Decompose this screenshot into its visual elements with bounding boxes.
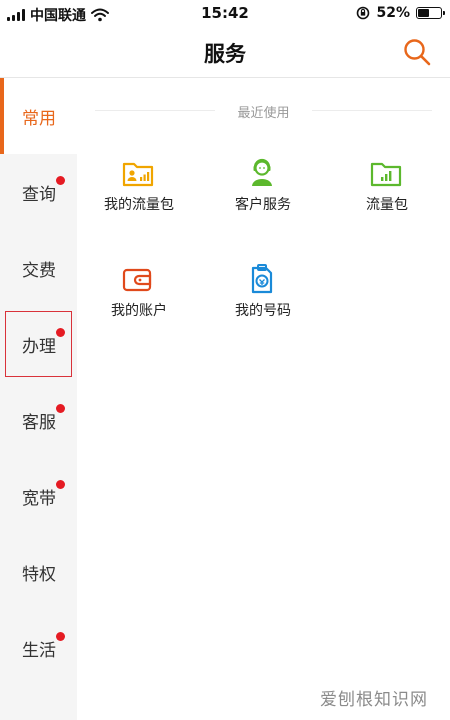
- sidebar-item-label: 常用: [22, 108, 56, 129]
- sidebar: 常用 查询 交费 办理 客服 宽带 特权 生活: [0, 78, 77, 720]
- search-button[interactable]: [402, 37, 432, 67]
- sidebar-item-life[interactable]: 生活: [0, 610, 77, 686]
- notification-dot: [56, 328, 65, 337]
- battery-percent: 52%: [376, 5, 410, 21]
- watermark: 爱刨根知识网: [320, 690, 428, 710]
- sidebar-item-common[interactable]: 常用: [0, 78, 77, 154]
- tile-label: 流量包: [366, 197, 408, 213]
- sidebar-item-broadband[interactable]: 宽带: [0, 458, 77, 534]
- notification-dot: [56, 404, 65, 413]
- tile-label: 我的流量包: [104, 197, 174, 213]
- tile-label: 客户服务: [235, 197, 291, 213]
- traffic-package-icon: [370, 162, 402, 187]
- sidebar-item-label: 宽带: [22, 488, 56, 509]
- wallet-icon: [122, 268, 152, 292]
- section-title: 最近使用: [237, 106, 290, 121]
- tile-label: 我的号码: [235, 303, 291, 319]
- battery-level: [418, 9, 430, 17]
- sidebar-item-privilege[interactable]: 特权: [0, 534, 77, 610]
- header: 服务: [0, 28, 450, 78]
- sidebar-item-label: 客服: [22, 412, 56, 433]
- tile-traffic-package[interactable]: 流量包: [325, 146, 449, 236]
- sidebar-item-handle[interactable]: 办理: [0, 306, 77, 382]
- notification-dot: [56, 176, 65, 185]
- tile-my-account[interactable]: 我的账户: [77, 252, 201, 342]
- section-header: 最近使用: [95, 100, 432, 121]
- status-right: 52%: [356, 5, 445, 21]
- notification-dot: [56, 632, 65, 641]
- carrier-name: 中国联通: [30, 8, 86, 24]
- page-title: 服务: [204, 42, 246, 66]
- main-content: 最近使用 我的流量包 客户服务 流量包 我的账户 我的号码: [77, 78, 450, 720]
- sidebar-item-label: 办理: [22, 336, 56, 357]
- divider: [312, 110, 432, 111]
- notification-dot: [56, 480, 65, 489]
- battery-icon: [416, 7, 445, 19]
- sidebar-item-label: 特权: [22, 564, 56, 585]
- sidebar-item-label: 交费: [22, 260, 56, 281]
- status-bar: 中国联通 15:42 52%: [0, 0, 450, 28]
- tile-customer-service[interactable]: 客户服务: [201, 146, 325, 236]
- sidebar-item-label: 查询: [22, 184, 56, 205]
- sidebar-item-customer-service[interactable]: 客服: [0, 382, 77, 458]
- sidebar-item-payment[interactable]: 交费: [0, 230, 77, 306]
- rotation-lock-icon: [357, 6, 370, 20]
- status-left: 中国联通: [7, 5, 109, 25]
- sidebar-item-query[interactable]: 查询: [0, 154, 77, 230]
- tile-my-number[interactable]: 我的号码: [201, 252, 325, 342]
- tile-my-data-package[interactable]: 我的流量包: [77, 146, 201, 236]
- customer-service-icon: [252, 158, 272, 186]
- search-icon: [404, 39, 431, 66]
- sim-card-icon: [251, 264, 273, 294]
- data-package-icon: [122, 162, 154, 187]
- sidebar-item-label: 生活: [22, 640, 56, 661]
- tile-label: 我的账户: [111, 303, 167, 319]
- signal-icon: [7, 9, 25, 21]
- wifi-icon: [91, 8, 109, 22]
